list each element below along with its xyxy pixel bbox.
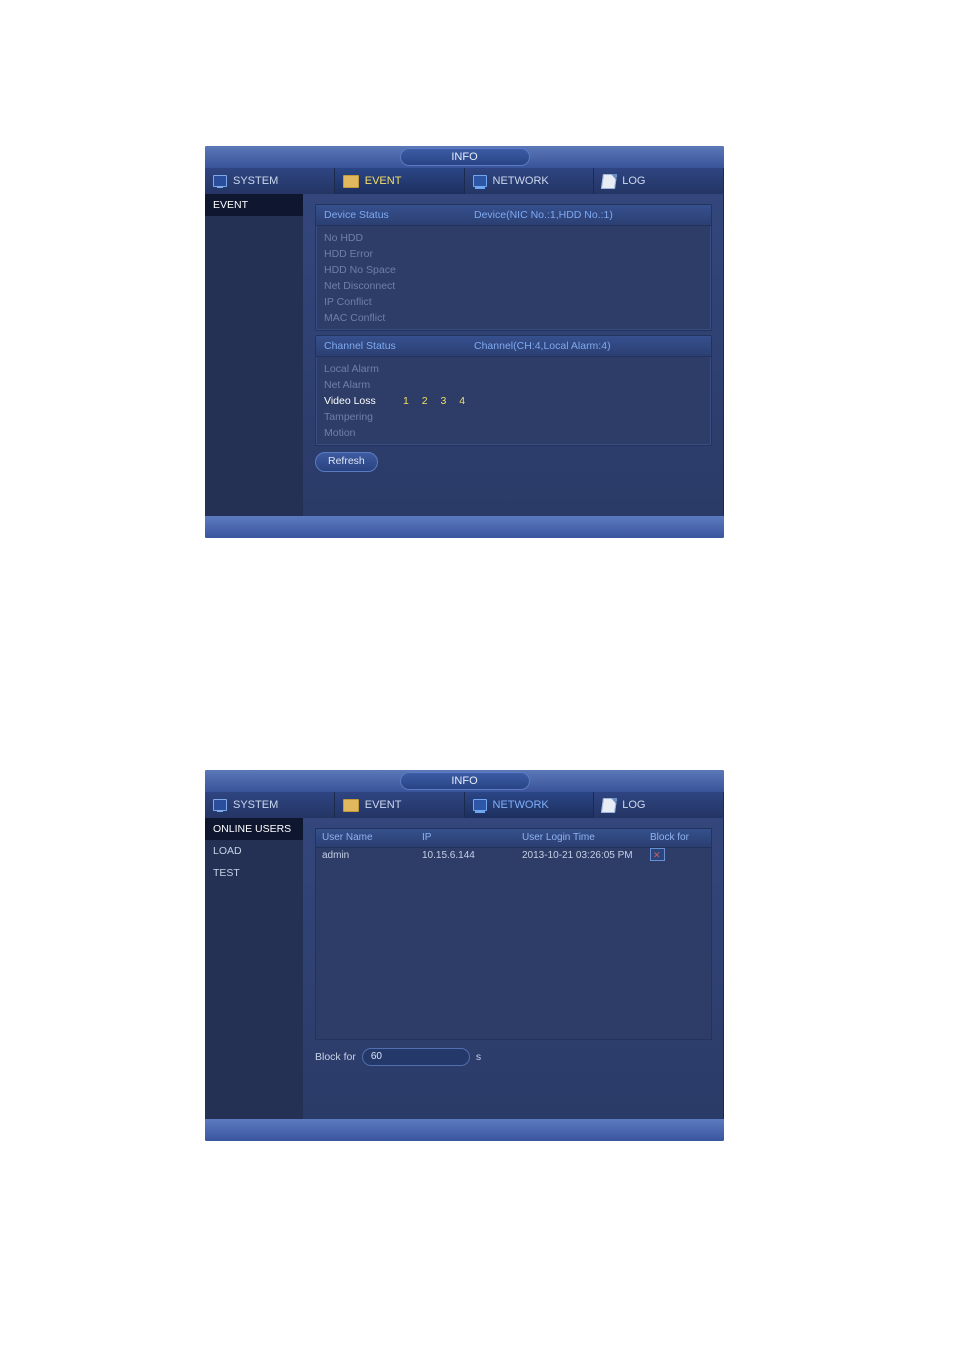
sidebar-item-load[interactable]: LOAD <box>205 840 303 862</box>
cell-username: admin <box>322 848 422 864</box>
device-status-header: Device Status Device(NIC No.:1,HDD No.:1… <box>316 205 711 226</box>
status-row: Tampering <box>316 409 711 425</box>
window-title: INFO <box>400 148 530 166</box>
main-content: Device Status Device(NIC No.:1,HDD No.:1… <box>303 194 724 516</box>
tab-label: EVENT <box>365 175 402 187</box>
tab-system[interactable]: SYSTEM <box>205 168 335 194</box>
tab-log[interactable]: LOG <box>594 792 724 818</box>
sidebar: ONLINE USERS LOAD TEST <box>205 818 303 1119</box>
status-row: Net Alarm <box>316 377 711 393</box>
window-title: INFO <box>400 772 530 790</box>
block-duration-input[interactable]: 60 <box>362 1048 470 1066</box>
log-icon <box>601 798 617 813</box>
col-ip: IP <box>422 829 522 847</box>
footer-bar <box>205 1119 724 1141</box>
main-content: User Name IP User Login Time Block for a… <box>303 818 724 1119</box>
status-row: Motion <box>316 425 711 441</box>
header-left: Channel Status <box>324 336 474 356</box>
channel-status-card: Channel Status Channel(CH:4,Local Alarm:… <box>315 335 712 446</box>
status-row: Local Alarm <box>316 361 711 377</box>
sidebar-item-test[interactable]: TEST <box>205 862 303 884</box>
col-block: Block for <box>650 829 705 847</box>
online-users-table: User Name IP User Login Time Block for a… <box>315 828 712 1040</box>
tab-log[interactable]: LOG <box>594 168 724 194</box>
cell-block <box>650 848 705 864</box>
device-status-card: Device Status Device(NIC No.:1,HDD No.:1… <box>315 204 712 331</box>
tab-label: NETWORK <box>493 799 549 811</box>
tab-network[interactable]: NETWORK <box>465 168 595 194</box>
top-tabs: SYSTEM EVENT NETWORK LOG <box>205 168 724 194</box>
tab-network[interactable]: NETWORK <box>465 792 595 818</box>
sidebar-item-event[interactable]: EVENT <box>205 194 303 216</box>
status-row: HDD Error <box>316 246 711 262</box>
tab-system[interactable]: SYSTEM <box>205 792 335 818</box>
block-unit: s <box>476 1051 481 1063</box>
tab-label: LOG <box>622 175 645 187</box>
status-row: HDD No Space <box>316 262 711 278</box>
status-row: MAC Conflict <box>316 310 711 326</box>
network-icon <box>473 799 487 811</box>
titlebar: INFO <box>205 770 724 792</box>
top-tabs: SYSTEM EVENT NETWORK LOG <box>205 792 724 818</box>
tab-label: SYSTEM <box>233 799 278 811</box>
event-icon <box>343 799 359 812</box>
header-left: Device Status <box>324 205 474 225</box>
info-window-network: INFO SYSTEM EVENT NETWORK LOG ONLINE USE… <box>205 770 724 1141</box>
col-username: User Name <box>322 829 422 847</box>
sidebar-item-online-users[interactable]: ONLINE USERS <box>205 818 303 840</box>
refresh-button[interactable]: Refresh <box>315 452 378 472</box>
block-for-row: Block for 60 s <box>315 1048 712 1066</box>
footer-bar <box>205 516 724 538</box>
tab-event[interactable]: EVENT <box>335 168 465 194</box>
tab-event[interactable]: EVENT <box>335 792 465 818</box>
tab-label: LOG <box>622 799 645 811</box>
block-for-label: Block for <box>315 1051 356 1063</box>
table-header: User Name IP User Login Time Block for <box>316 829 711 848</box>
status-row: IP Conflict <box>316 294 711 310</box>
header-right: Channel(CH:4,Local Alarm:4) <box>474 336 611 356</box>
tab-label: EVENT <box>365 799 402 811</box>
tab-label: NETWORK <box>493 175 549 187</box>
sidebar: EVENT <box>205 194 303 516</box>
channel-status-header: Channel Status Channel(CH:4,Local Alarm:… <box>316 336 711 357</box>
status-row: Net Disconnect <box>316 278 711 294</box>
block-user-icon[interactable] <box>650 848 665 861</box>
monitor-icon <box>213 799 227 811</box>
cell-login-time: 2013-10-21 03:26:05 PM <box>522 848 650 864</box>
col-login-time: User Login Time <box>522 829 650 847</box>
status-row: No HDD <box>316 230 711 246</box>
table-row[interactable]: admin 10.15.6.144 2013-10-21 03:26:05 PM <box>316 848 711 864</box>
tab-label: SYSTEM <box>233 175 278 187</box>
cell-ip: 10.15.6.144 <box>422 848 522 864</box>
channel-numbers: 1 2 3 4 <box>399 393 470 409</box>
status-row-video-loss: Video Loss 1 2 3 4 <box>316 393 711 409</box>
monitor-icon <box>213 175 227 187</box>
header-right: Device(NIC No.:1,HDD No.:1) <box>474 205 613 225</box>
event-icon <box>343 175 359 188</box>
log-icon <box>601 174 617 189</box>
network-icon <box>473 175 487 187</box>
titlebar: INFO <box>205 146 724 168</box>
info-window-event: INFO SYSTEM EVENT NETWORK LOG EVENT Devi… <box>205 146 724 538</box>
